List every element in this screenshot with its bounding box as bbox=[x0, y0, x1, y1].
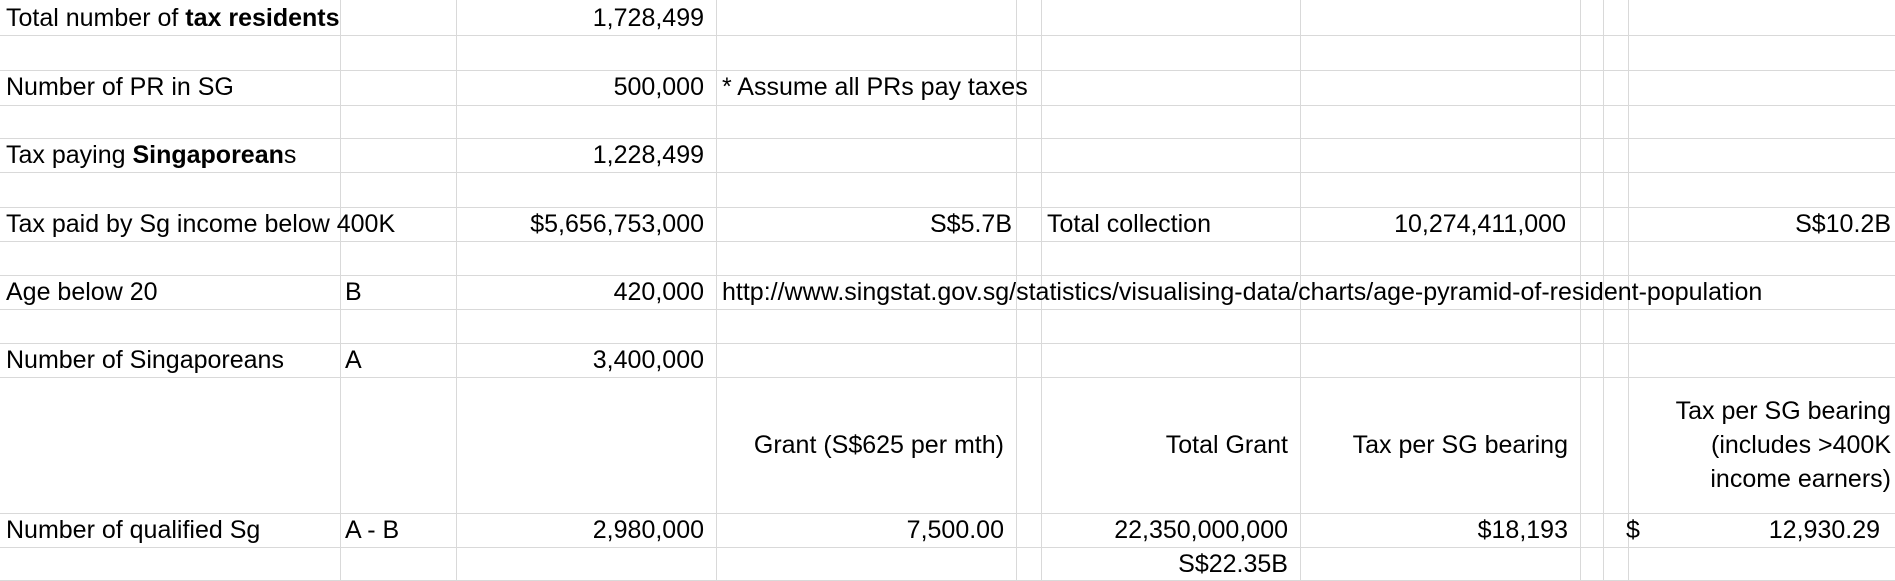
row-divider bbox=[0, 343, 1895, 344]
cell-pr-note[interactable]: * Assume all PRs pay taxes bbox=[722, 72, 1028, 102]
row-divider bbox=[0, 138, 1895, 139]
cell-qualified-tax-per-incl[interactable]: 12,930.29 bbox=[1650, 515, 1880, 545]
row-divider bbox=[0, 70, 1895, 71]
label-bold-text: tax residents bbox=[185, 4, 340, 32]
spreadsheet-grid: Total number of tax residents 1,728,499 … bbox=[0, 0, 1895, 581]
cell-tax-per-header[interactable]: Tax per SG bearing bbox=[1300, 430, 1568, 460]
row-divider bbox=[0, 172, 1895, 173]
cell-age-code[interactable]: B bbox=[345, 277, 362, 307]
row-divider bbox=[0, 547, 1895, 548]
cell-qualified-label[interactable]: Number of qualified Sg bbox=[6, 515, 260, 545]
cell-singaporeans-label[interactable]: Number of Singaporeans bbox=[6, 345, 284, 375]
cell-qualified-code[interactable]: A - B bbox=[345, 515, 399, 545]
cell-total-grant-header[interactable]: Total Grant bbox=[1041, 430, 1288, 460]
cell-total-collection-short[interactable]: S$10.2B bbox=[1628, 209, 1891, 239]
cell-grant-header[interactable]: Grant (S$625 per mth) bbox=[716, 430, 1004, 460]
cell-tax-per-incl-header[interactable]: Tax per SG bearing (includes >400K incom… bbox=[1628, 394, 1891, 496]
row-divider bbox=[0, 275, 1895, 276]
cell-pr-value[interactable]: 500,000 bbox=[456, 72, 704, 102]
cell-tax-paid-short[interactable]: S$5.7B bbox=[716, 209, 1012, 239]
cell-age-label[interactable]: Age below 20 bbox=[6, 277, 158, 307]
cell-qualified-total-grant[interactable]: 22,350,000,000 bbox=[1041, 515, 1288, 545]
row-divider bbox=[0, 207, 1895, 208]
cell-qualified-currency[interactable]: $ bbox=[1626, 515, 1640, 545]
label-text: Tax paying bbox=[6, 141, 133, 169]
cell-age-value[interactable]: 420,000 bbox=[456, 277, 704, 307]
cell-pr-label[interactable]: Number of PR in SG bbox=[6, 72, 234, 102]
cell-tax-paying-value[interactable]: 1,228,499 bbox=[456, 140, 704, 170]
cell-age-link[interactable]: http://www.singstat.gov.sg/statistics/vi… bbox=[722, 277, 1762, 307]
cell-tax-residents-label[interactable]: Total number of tax residents bbox=[6, 3, 340, 33]
label-bold-text: Singaporean bbox=[132, 141, 284, 169]
row-divider bbox=[0, 513, 1895, 514]
cell-tax-paid-label[interactable]: Tax paid by Sg income below 400K bbox=[6, 209, 395, 239]
row-divider bbox=[0, 377, 1895, 378]
cell-total-grant-short[interactable]: S$22.35B bbox=[1041, 549, 1288, 579]
label-suffix-text: s bbox=[283, 141, 297, 169]
cell-qualified-grant[interactable]: 7,500.00 bbox=[716, 515, 1004, 545]
row-divider bbox=[0, 35, 1895, 36]
row-divider bbox=[0, 241, 1895, 242]
cell-qualified-tax-per[interactable]: $18,193 bbox=[1300, 515, 1568, 545]
cell-singaporeans-value[interactable]: 3,400,000 bbox=[456, 345, 704, 375]
column-divider bbox=[716, 0, 717, 581]
cell-tax-paying-label[interactable]: Tax paying Singaporeans bbox=[6, 140, 296, 170]
row-divider bbox=[0, 309, 1895, 310]
cell-total-collection-label[interactable]: Total collection bbox=[1047, 209, 1211, 239]
label-text: Total number of bbox=[6, 4, 186, 32]
cell-qualified-value[interactable]: 2,980,000 bbox=[456, 515, 704, 545]
row-divider bbox=[0, 105, 1895, 106]
cell-tax-paid-value[interactable]: $5,656,753,000 bbox=[456, 209, 704, 239]
cell-singaporeans-code[interactable]: A bbox=[345, 345, 362, 375]
cell-total-collection-value[interactable]: 10,274,411,000 bbox=[1300, 209, 1566, 239]
cell-tax-residents-value[interactable]: 1,728,499 bbox=[456, 3, 704, 33]
column-divider bbox=[340, 0, 341, 581]
